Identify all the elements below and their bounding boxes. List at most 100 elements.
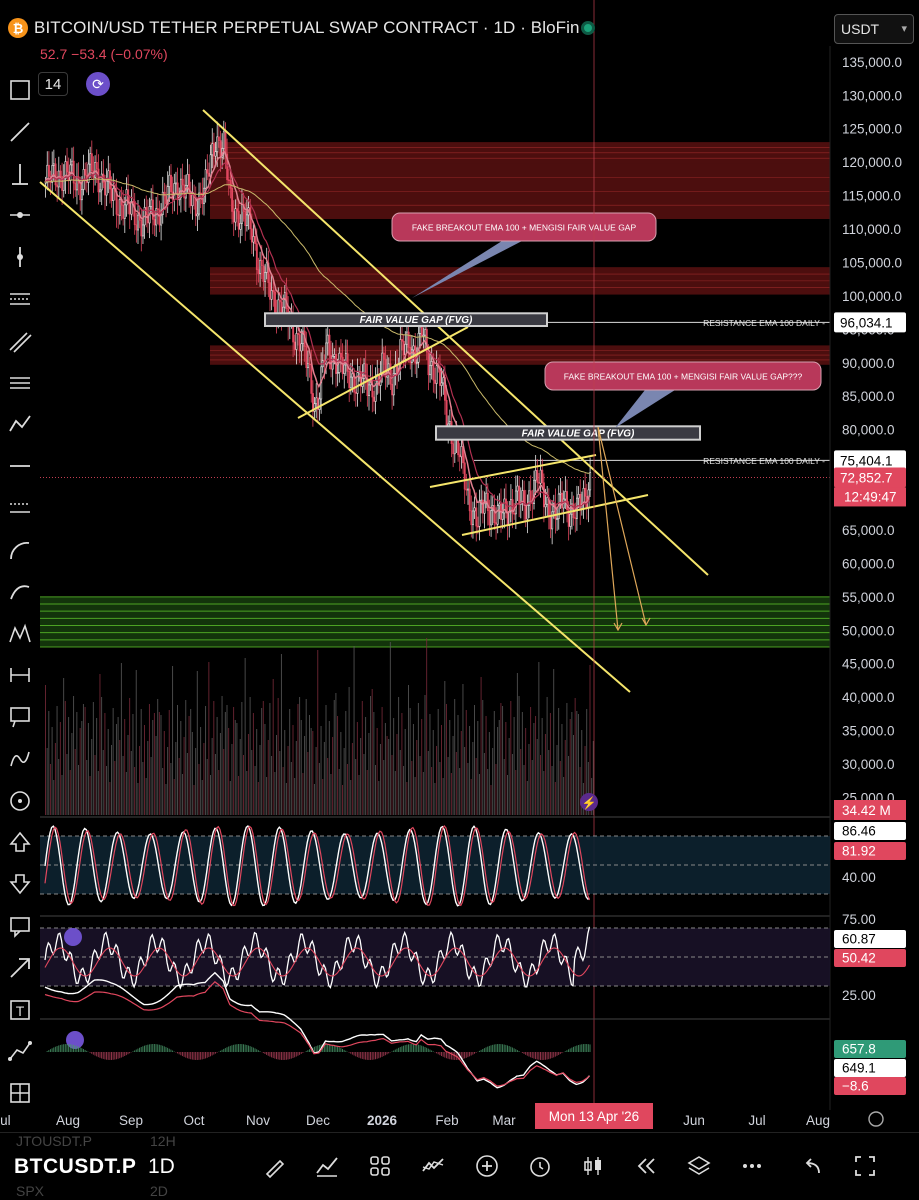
indicators-icon[interactable]: [418, 1151, 448, 1181]
timeframe-selector[interactable]: 1D: [148, 1155, 175, 1179]
macd-hist-bar: [399, 1047, 401, 1052]
arrow-down-icon[interactable]: [4, 868, 36, 900]
volume-bar: [99, 674, 101, 815]
alert-icon[interactable]: [525, 1151, 555, 1181]
ray-icon[interactable]: [4, 199, 36, 231]
polyline-icon[interactable]: [4, 1035, 36, 1067]
volume-bar: [58, 759, 60, 815]
crosshair-icon[interactable]: [4, 74, 36, 106]
layers-icon[interactable]: [684, 1151, 714, 1181]
candle-body: [54, 163, 57, 186]
macd-hist-bar: [284, 1052, 286, 1060]
candle-body: [336, 372, 339, 374]
candle-body: [542, 482, 545, 508]
regression-icon[interactable]: [4, 367, 36, 399]
brush-icon[interactable]: [4, 576, 36, 608]
text-icon[interactable]: T: [4, 994, 36, 1026]
chart-type-icon[interactable]: [312, 1151, 342, 1181]
volume-bar: [191, 732, 193, 815]
volume-bar: [117, 717, 119, 815]
path-icon[interactable]: [4, 743, 36, 775]
candle-body: [94, 162, 97, 178]
arc-icon[interactable]: [4, 534, 36, 566]
fullscreen-icon[interactable]: [850, 1151, 880, 1181]
replay-icon[interactable]: [631, 1151, 661, 1181]
macd-hist-bar: [525, 1052, 527, 1055]
candle-body: [79, 182, 82, 201]
volume-bar: [193, 785, 195, 815]
callout-icon[interactable]: [4, 701, 36, 733]
add-icon[interactable]: [472, 1151, 502, 1181]
vertical-line-icon[interactable]: [4, 158, 36, 190]
timeframe-next[interactable]: 2D: [150, 1183, 168, 1199]
candle-body: [407, 331, 410, 348]
macd-hist-bar: [492, 1044, 494, 1052]
macd-hist-bar: [391, 1051, 393, 1052]
volume-bar: [375, 765, 376, 815]
volume-bar: [120, 663, 122, 815]
range-icon[interactable]: [4, 1077, 36, 1109]
macd-hist-bar: [417, 1044, 419, 1052]
circle-icon[interactable]: [4, 785, 36, 817]
arrow-icon[interactable]: [4, 952, 36, 984]
volume-bar: [109, 782, 111, 815]
parallel-channel-icon[interactable]: [4, 325, 36, 357]
macd-hist-bar: [224, 1048, 226, 1052]
zigzag-icon[interactable]: [4, 408, 36, 440]
macd-hist-bar: [394, 1049, 396, 1052]
layouts-icon[interactable]: [365, 1151, 395, 1181]
fib-channel-icon[interactable]: [4, 492, 36, 524]
pattern-icon[interactable]: [4, 617, 36, 649]
pen-icon[interactable]: [260, 1151, 290, 1181]
volume-bar: [421, 719, 423, 815]
fib-icon[interactable]: [4, 283, 36, 315]
market-status-icon: [581, 21, 595, 35]
volume-bar: [492, 748, 494, 815]
currency-select[interactable]: USDT ▾: [834, 14, 914, 44]
volume-bar: [358, 775, 360, 815]
more-icon[interactable]: [737, 1151, 767, 1181]
volume-bar: [241, 702, 243, 815]
timeframe-prev[interactable]: 12H: [150, 1133, 176, 1149]
watchlist-prev-symbol[interactable]: JTOUSDT.P: [16, 1133, 92, 1149]
horizontal-line-icon[interactable]: [4, 450, 36, 482]
volume-bar: [74, 749, 76, 815]
cross-line-icon[interactable]: [4, 241, 36, 273]
candle-body: [206, 169, 209, 174]
macd-hist-bar: [386, 1052, 388, 1055]
measure-icon[interactable]: [4, 659, 36, 691]
volume-bar: [274, 772, 276, 815]
volume-bar: [297, 704, 299, 815]
symbol-title[interactable]: BITCOIN/USD TETHER PERPETUAL SWAP CONTRA…: [34, 18, 580, 38]
volume-bar: [104, 713, 106, 815]
arrow-up-icon[interactable]: [4, 826, 36, 858]
candles-icon[interactable]: [578, 1151, 608, 1181]
volume-bar: [408, 685, 409, 815]
volume-bar: [107, 729, 109, 815]
macd-hist-bar: [165, 1047, 167, 1052]
volume-bar: [61, 775, 63, 815]
volume-bar: [579, 767, 581, 815]
macd-hist-bar: [315, 1046, 317, 1052]
comment-icon[interactable]: [4, 910, 36, 942]
candle-body: [51, 165, 54, 183]
volume-bar: [389, 642, 391, 815]
main-chart[interactable]: RESISTANCE EMA 100 DAILY - RESISTANCE EMA…: [0, 0, 919, 1200]
indicator-period-badge[interactable]: 14: [38, 72, 68, 96]
macd-hist-bar: [63, 1044, 65, 1052]
cycle-icon[interactable]: ⟳: [86, 72, 110, 96]
symbol-selector[interactable]: BTCUSDT.P: [14, 1155, 136, 1179]
trendline-icon[interactable]: [4, 116, 36, 148]
bitcoin-icon: ₿: [8, 18, 28, 38]
volume-bar: [444, 681, 446, 815]
volume-bar: [170, 763, 172, 815]
candle-body: [216, 136, 219, 153]
candle-body: [481, 499, 484, 514]
macd-hist-bar: [432, 1051, 434, 1052]
macd-hist-bar: [167, 1047, 169, 1052]
volume-bar: [404, 729, 406, 815]
undo-icon[interactable]: [797, 1151, 827, 1181]
watchlist-next-symbol[interactable]: SPX: [16, 1183, 44, 1199]
macd-hist-bar: [414, 1044, 416, 1052]
volume-bar: [160, 715, 162, 815]
